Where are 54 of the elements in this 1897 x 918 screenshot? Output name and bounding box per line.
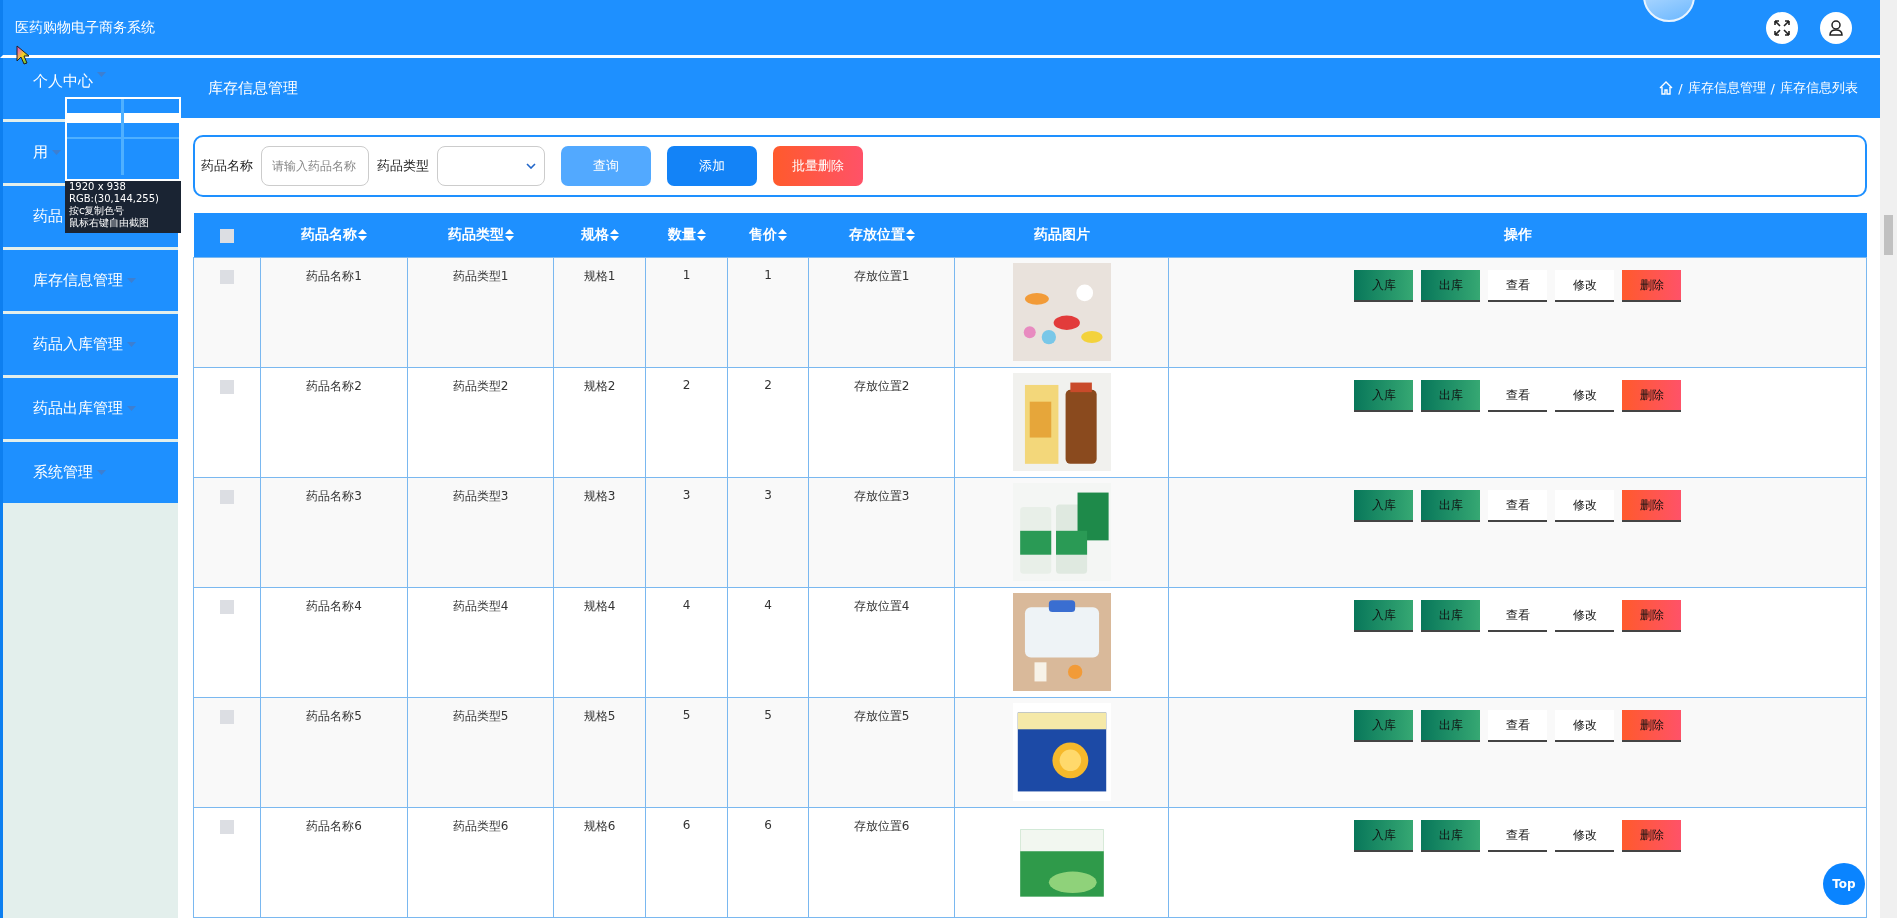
- table-cell: 存放位置3: [853, 489, 910, 503]
- table-cell: 存放位置4: [853, 599, 910, 613]
- table-cell: 药品类型1: [452, 269, 509, 283]
- column-title: 售价: [749, 226, 777, 244]
- table-cell: 2: [682, 378, 691, 392]
- field-label: 药品名称: [201, 157, 253, 175]
- table-cell: 规格6: [583, 819, 616, 833]
- column-title: 规格: [580, 226, 609, 244]
- table-cell: 药品名称2: [306, 379, 362, 393]
- column-title: 操作: [1503, 226, 1532, 244]
- column-title: 数量: [667, 226, 696, 244]
- table-cell: 存放位置2: [853, 379, 910, 393]
- table-cell: 存放位置5: [853, 709, 910, 723]
- table-cell: 药品类型5: [452, 709, 509, 723]
- table-cell: 药品类型4: [452, 599, 509, 613]
- table-cell: 规格2: [583, 379, 616, 393]
- table-cell: 药品名称4: [306, 599, 362, 613]
- breadcrumb-separator: /: [1678, 80, 1683, 96]
- table-cell: 药品名称3: [306, 489, 362, 503]
- page-title: 库存信息管理: [208, 78, 299, 98]
- column-title: 存放位置: [848, 226, 905, 244]
- table-cell: 5: [682, 708, 691, 722]
- table-cell: 2: [764, 378, 772, 392]
- table-cell: 6: [764, 818, 772, 832]
- table-cell: 5: [764, 708, 772, 722]
- table-cell: 规格1: [583, 269, 616, 283]
- table-cell: 3: [682, 488, 691, 502]
- table-cell: 4: [682, 598, 691, 612]
- app-title: 医药购物电子商务系统: [15, 18, 156, 37]
- table-cell: 1: [764, 268, 772, 282]
- tooltip-text: 鼠标右键自由截图: [68, 217, 150, 229]
- table-cell: 药品名称1: [306, 269, 362, 283]
- table-cell: 存放位置1: [853, 269, 910, 283]
- table-cell: 1: [682, 268, 691, 282]
- table-cell: 药品类型2: [452, 379, 509, 393]
- field-label: 药品类型: [377, 157, 429, 175]
- tooltip-text: 1920 x 938: [68, 181, 127, 193]
- table-cell: 药品类型6: [452, 819, 509, 833]
- table-cell: 药品名称5: [306, 709, 362, 723]
- table-cell: 规格3: [583, 489, 616, 503]
- table-cell: 药品名称6: [306, 819, 362, 833]
- table-cell: 6: [682, 818, 691, 832]
- column-title: 药品名称: [301, 226, 357, 244]
- table-cell: 规格4: [583, 599, 616, 613]
- table-cell: 规格5: [583, 709, 616, 723]
- tooltip-text: 按c复制色号: [68, 205, 126, 217]
- table-cell: 存放位置6: [853, 819, 910, 833]
- table-cell: 3: [764, 488, 772, 502]
- column-title: 药品图片: [1033, 226, 1090, 244]
- breadcrumb-separator: /: [1770, 80, 1775, 96]
- column-title: 药品类型: [447, 226, 504, 244]
- table-cell: 4: [764, 598, 772, 612]
- table-cell: 药品类型3: [452, 489, 509, 503]
- tooltip-text: RGB:(30,144,255): [68, 193, 160, 205]
